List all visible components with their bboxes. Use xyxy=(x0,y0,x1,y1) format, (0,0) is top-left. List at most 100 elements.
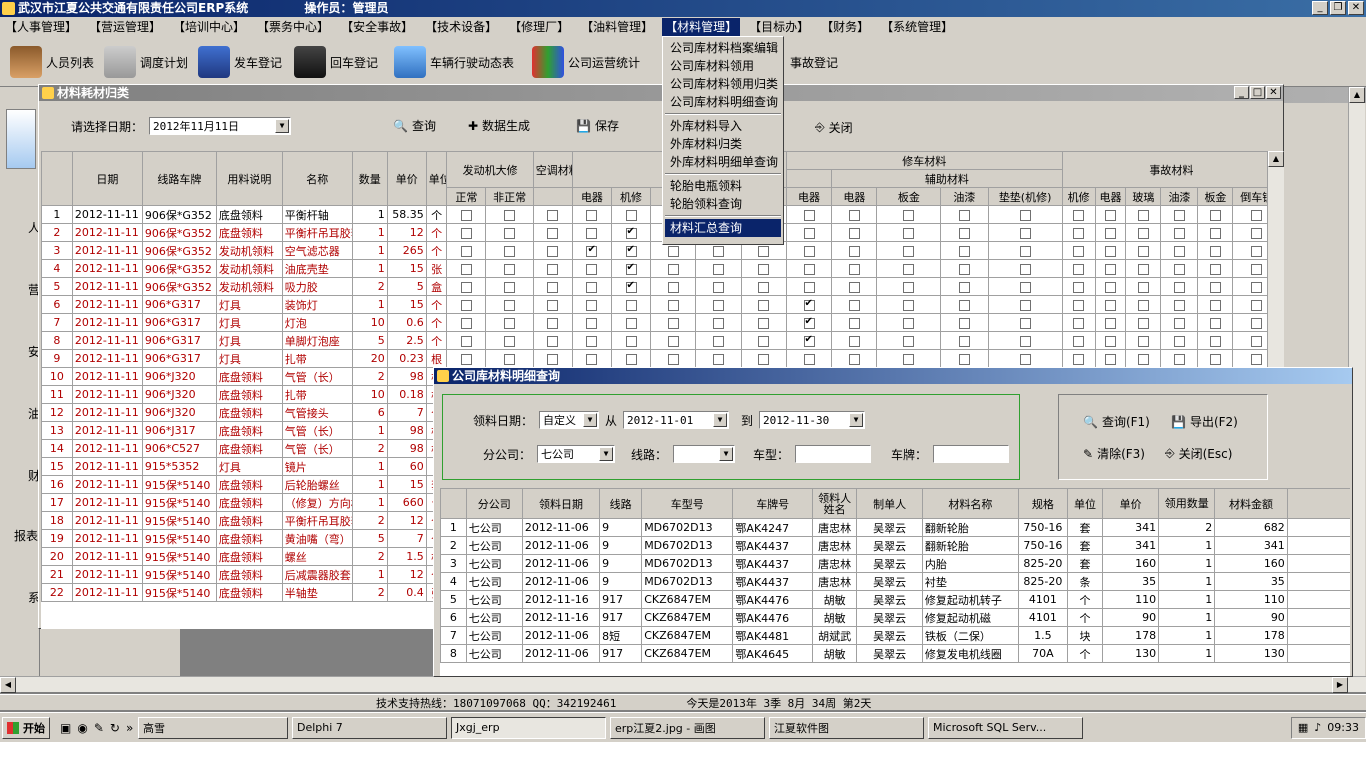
row-number[interactable]: 18 xyxy=(41,511,73,530)
checkbox[interactable] xyxy=(1173,299,1185,311)
checkbox[interactable] xyxy=(803,263,815,275)
price-cell[interactable]: 35 xyxy=(1102,572,1160,591)
restore-icon[interactable]: ❐ xyxy=(1330,1,1346,15)
checkbox[interactable] xyxy=(803,298,815,311)
remark-cell[interactable] xyxy=(1286,590,1350,609)
menu-safety[interactable]: 【安全事故】 xyxy=(338,18,416,36)
name-cell[interactable]: 单脚灯泡座 xyxy=(281,331,353,350)
date-cell[interactable]: 2012-11-11 xyxy=(71,385,143,404)
row-number[interactable]: 21 xyxy=(41,565,73,584)
amount-cell[interactable]: 682 xyxy=(1214,518,1288,537)
row-number[interactable]: 2 xyxy=(41,223,73,242)
price-cell[interactable]: 7 xyxy=(386,403,427,422)
route-cell[interactable]: 915*5352 xyxy=(141,457,217,476)
task-paint[interactable]: erp江夏2.jpg - 画图 xyxy=(610,716,765,739)
price-cell[interactable]: 15 xyxy=(386,295,427,314)
unit-cell[interactable]: 套 xyxy=(1066,536,1104,555)
date-cell[interactable]: 2012-11-11 xyxy=(71,223,143,242)
checkbox[interactable] xyxy=(586,353,598,365)
spec-cell[interactable]: 825-20 xyxy=(1017,554,1068,573)
route-cell[interactable]: 906*G317 xyxy=(141,313,217,332)
close-esc-button[interactable]: ⎆ 关闭(Esc) xyxy=(1159,443,1238,464)
name-cell[interactable]: 灯泡 xyxy=(281,313,353,332)
checkbox[interactable] xyxy=(547,353,559,365)
checkbox[interactable] xyxy=(958,299,970,311)
material-cell[interactable]: 铁板（二保） xyxy=(921,626,1019,645)
qty-cell[interactable]: 1 xyxy=(351,205,388,224)
dispatch-plan-button[interactable]: 调度计划 xyxy=(104,45,188,79)
qty-cell[interactable]: 10 xyxy=(351,385,388,404)
checkbox[interactable] xyxy=(1173,353,1185,365)
route-cell[interactable]: 9 xyxy=(599,572,643,591)
checkbox[interactable] xyxy=(1137,209,1149,221)
usage-cell[interactable]: 底盘领料 xyxy=(215,439,283,458)
plate-cell[interactable]: 鄂AK4247 xyxy=(732,518,813,537)
checkbox[interactable] xyxy=(1209,227,1221,239)
table-row[interactable]: 8 七公司 2012-11-06 917 CKZ6847EM 鄂AK4645 胡敏 吴翠云 修复… xyxy=(440,644,1350,663)
checkbox[interactable] xyxy=(1105,245,1116,257)
route-cell[interactable]: 915保*5140 xyxy=(141,547,217,566)
row-number[interactable]: 2 xyxy=(440,536,467,555)
task-delphi[interactable]: Delphi 7 xyxy=(292,716,447,739)
table-row[interactable]: 5 2012-11-11 906保*G352 发动机领料 吸力胶 2 5 盒 xyxy=(41,277,1267,296)
checkbox[interactable] xyxy=(504,281,516,293)
checkbox[interactable] xyxy=(625,244,637,257)
table-row[interactable]: 7 2012-11-11 906*G317 灯具 灯泡 10 0.6 个 xyxy=(41,313,1267,332)
scroll-up-icon[interactable]: ▲ xyxy=(1349,87,1365,103)
checkbox[interactable] xyxy=(667,245,679,257)
checkbox[interactable] xyxy=(1137,335,1149,347)
plate-cell[interactable]: 鄂AK4645 xyxy=(732,644,813,663)
task-gaoxue[interactable]: 高雪 xyxy=(138,716,288,739)
date-cell[interactable]: 2012-11-06 xyxy=(521,518,601,537)
checkbox[interactable] xyxy=(712,245,724,257)
maker-cell[interactable]: 吴翠云 xyxy=(856,572,923,591)
picker-cell[interactable]: 唐忠林 xyxy=(811,518,858,537)
checkbox[interactable] xyxy=(547,227,559,239)
checkbox[interactable] xyxy=(586,244,598,257)
checkbox[interactable] xyxy=(1073,353,1085,365)
amount-cell[interactable]: 178 xyxy=(1214,626,1288,645)
usage-cell[interactable]: 底盘领料 xyxy=(215,511,283,530)
row-number[interactable]: 6 xyxy=(440,608,467,627)
network-icon[interactable]: ▦ xyxy=(1298,721,1308,734)
checkbox[interactable] xyxy=(803,245,815,257)
minimize-icon[interactable]: _ xyxy=(1234,86,1249,99)
date-cell[interactable]: 2012-11-11 xyxy=(71,583,143,602)
route-cell[interactable]: 906保*G352 xyxy=(141,259,217,278)
row-number[interactable]: 16 xyxy=(41,475,73,494)
scroll-left-icon[interactable]: ◀ xyxy=(0,677,16,693)
qty-cell[interactable]: 6 xyxy=(351,403,388,422)
price-cell[interactable]: 0.18 xyxy=(386,385,427,404)
maker-cell[interactable]: 吴翠云 xyxy=(856,590,923,609)
row-number[interactable]: 12 xyxy=(41,403,73,422)
branch-cell[interactable]: 七公司 xyxy=(465,572,523,591)
checkbox[interactable] xyxy=(1173,263,1185,275)
branch-cell[interactable]: 七公司 xyxy=(465,536,523,555)
row-number[interactable]: 22 xyxy=(41,583,73,602)
table-row[interactable]: 5 七公司 2012-11-16 917 CKZ6847EM 鄂AK4476 胡敏 吴翠云 修复… xyxy=(440,590,1350,609)
task-folder[interactable]: 江夏软件图 xyxy=(769,716,924,739)
maximize-icon[interactable]: □ xyxy=(1250,86,1265,99)
checkbox[interactable] xyxy=(1073,281,1085,293)
price-cell[interactable]: 341 xyxy=(1102,518,1160,537)
checkbox[interactable] xyxy=(667,335,679,347)
checkbox[interactable] xyxy=(1173,209,1185,221)
checkbox[interactable] xyxy=(1173,227,1185,239)
checkbox[interactable] xyxy=(1105,263,1116,275)
checkbox[interactable] xyxy=(460,335,472,347)
usage-cell[interactable]: 底盘领料 xyxy=(215,529,283,548)
checkbox[interactable] xyxy=(758,299,770,311)
menu-item-external-import[interactable]: 外库材料导入 xyxy=(665,117,781,135)
date-cell[interactable]: 2012-11-11 xyxy=(71,277,143,296)
checkbox[interactable] xyxy=(1073,263,1085,275)
price-cell[interactable]: 98 xyxy=(386,367,427,386)
row-number[interactable]: 13 xyxy=(41,421,73,440)
route-cell[interactable]: 906*G317 xyxy=(141,331,217,350)
route-cell[interactable]: 906*G317 xyxy=(141,295,217,314)
checkbox[interactable] xyxy=(1209,335,1221,347)
table-row[interactable]: 6 七公司 2012-11-16 917 CKZ6847EM 鄂AK4476 胡敏 吴翠云 修复… xyxy=(440,608,1350,627)
usage-cell[interactable]: 灯具 xyxy=(215,457,283,476)
model-cell[interactable]: MD6702D13 xyxy=(641,518,734,537)
name-cell[interactable]: 吸力胶 xyxy=(281,277,353,296)
usage-cell[interactable]: 底盘领料 xyxy=(215,367,283,386)
